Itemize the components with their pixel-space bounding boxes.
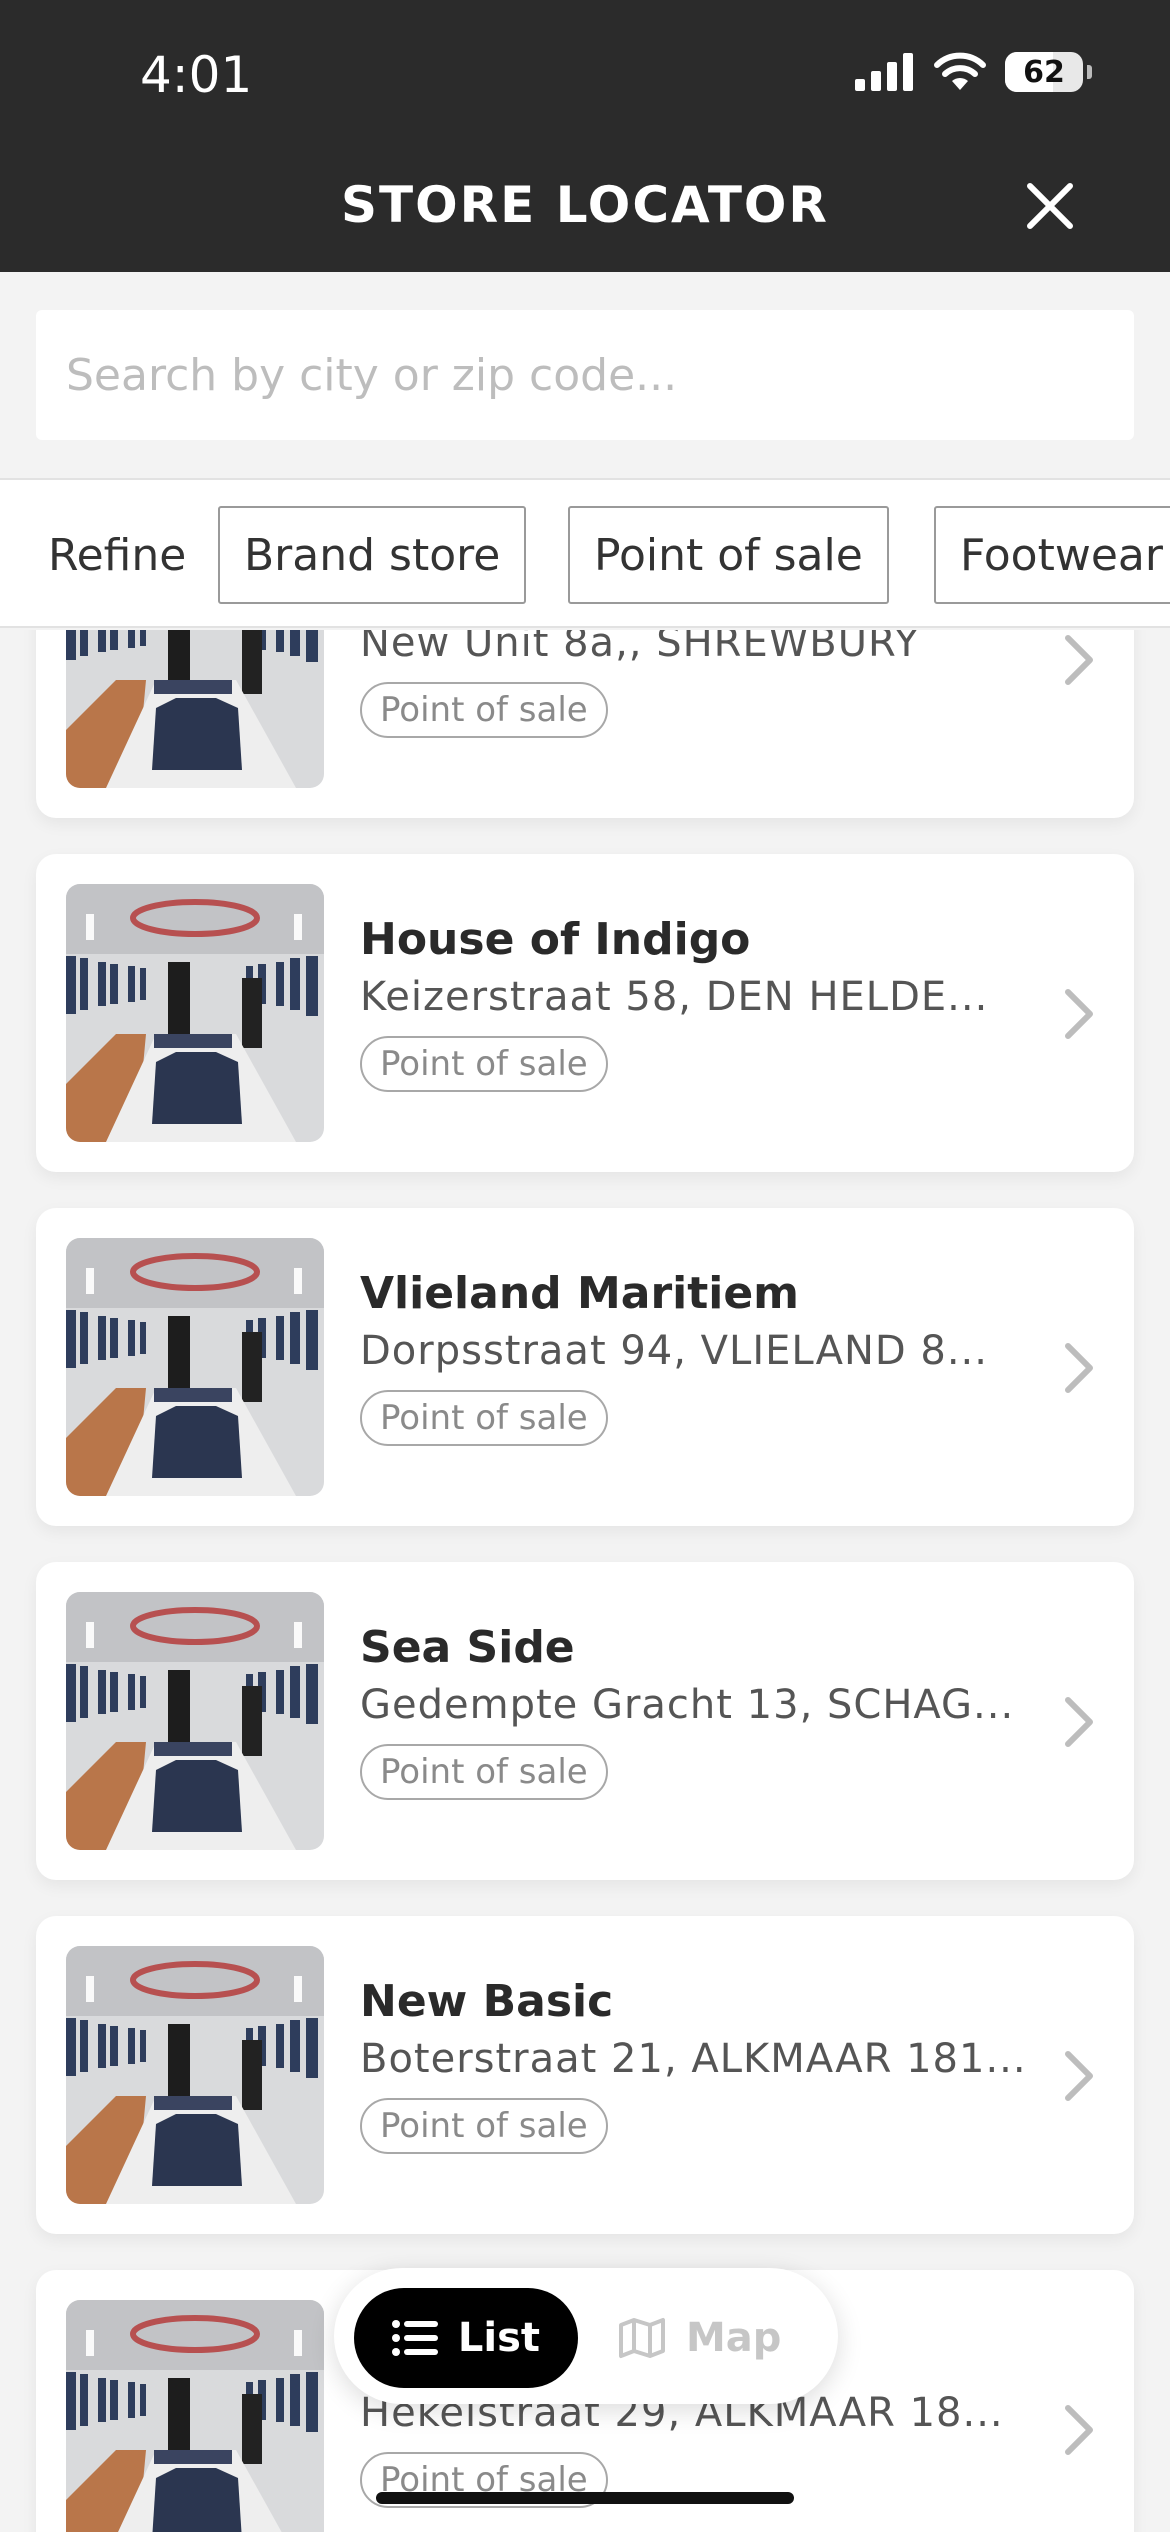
battery-level: 62 [1023, 54, 1065, 90]
store-type-badge: Point of sale [360, 682, 608, 738]
store-name: New Basic [360, 1976, 614, 2027]
filter-bar[interactable]: Refine Brand store Point of sale Footwea… [0, 478, 1170, 628]
store-address: Boterstraat 21, ALKMAAR 181... [360, 2036, 1027, 2082]
list-icon [391, 2320, 438, 2356]
home-indicator [376, 2492, 794, 2504]
chevron-right-icon [1058, 2046, 1098, 2106]
store-thumbnail [66, 1592, 324, 1850]
store-list[interactable]: New Unit 8a,, SHREWBURY Point of sale Ho… [0, 630, 1170, 2532]
store-address: New Unit 8a,, SHREWBURY [360, 630, 920, 666]
store-thumbnail [66, 1238, 324, 1496]
store-type-badge: Point of sale [360, 2098, 608, 2154]
battery-indicator: 62 [1005, 52, 1083, 92]
store-card[interactable]: New Basic Boterstraat 21, ALKMAAR 181...… [36, 1916, 1134, 2234]
store-name: House of Indigo [360, 914, 751, 965]
store-card[interactable]: New Unit 8a,, SHREWBURY Point of sale [36, 630, 1134, 818]
signal-icon [855, 53, 913, 91]
page-title: STORE LOCATOR [341, 176, 829, 234]
store-thumbnail [66, 884, 324, 1142]
store-address: Gedempte Gracht 13, SCHAG... [360, 1682, 1015, 1728]
search-area [0, 272, 1170, 478]
store-card[interactable]: Sea Side Gedempte Gracht 13, SCHAG... Po… [36, 1562, 1134, 1880]
chevron-right-icon [1058, 1338, 1098, 1398]
filter-chip-footwear[interactable]: Footwear [934, 506, 1170, 604]
map-view-button[interactable]: Map [618, 2288, 818, 2388]
chevron-right-icon [1058, 630, 1098, 690]
refine-button[interactable]: Refine [48, 530, 186, 581]
chevron-right-icon [1058, 2400, 1098, 2460]
store-card[interactable]: Vlieland Maritiem Dorpsstraat 94, VLIELA… [36, 1208, 1134, 1526]
header-bar: 4:01 62 STORE LOCATOR [0, 0, 1170, 272]
store-card[interactable]: House of Indigo Keizerstraat 58, DEN HEL… [36, 854, 1134, 1172]
list-view-button[interactable]: List [354, 2288, 578, 2388]
chevron-right-icon [1058, 1692, 1098, 1752]
store-address: Dorpsstraat 94, VLIELAND 8... [360, 1328, 988, 1374]
store-thumbnail [66, 2300, 324, 2532]
store-thumbnail [66, 1946, 324, 2204]
map-view-label: Map [686, 2315, 782, 2361]
list-view-label: List [457, 2315, 541, 2361]
battery-tip [1087, 65, 1092, 79]
store-name: Sea Side [360, 1622, 575, 1673]
filter-chip-brand-store[interactable]: Brand store [218, 506, 527, 604]
store-type-badge: Point of sale [360, 1390, 608, 1446]
close-icon[interactable] [1020, 176, 1080, 236]
search-input[interactable] [36, 310, 1134, 440]
status-icons: 62 [855, 52, 1092, 92]
store-type-badge: Point of sale [360, 1036, 608, 1092]
status-time: 4:01 [140, 46, 253, 104]
map-icon [619, 2318, 665, 2358]
chevron-right-icon [1058, 984, 1098, 1044]
store-thumbnail [66, 630, 324, 788]
filter-chip-point-of-sale[interactable]: Point of sale [568, 506, 889, 604]
store-type-badge: Point of sale [360, 1744, 608, 1800]
store-address: Keizerstraat 58, DEN HELDE... [360, 974, 989, 1020]
wifi-icon [934, 52, 986, 90]
view-toggle: List Map [334, 2268, 838, 2404]
store-name: Vlieland Maritiem [360, 1268, 800, 1319]
